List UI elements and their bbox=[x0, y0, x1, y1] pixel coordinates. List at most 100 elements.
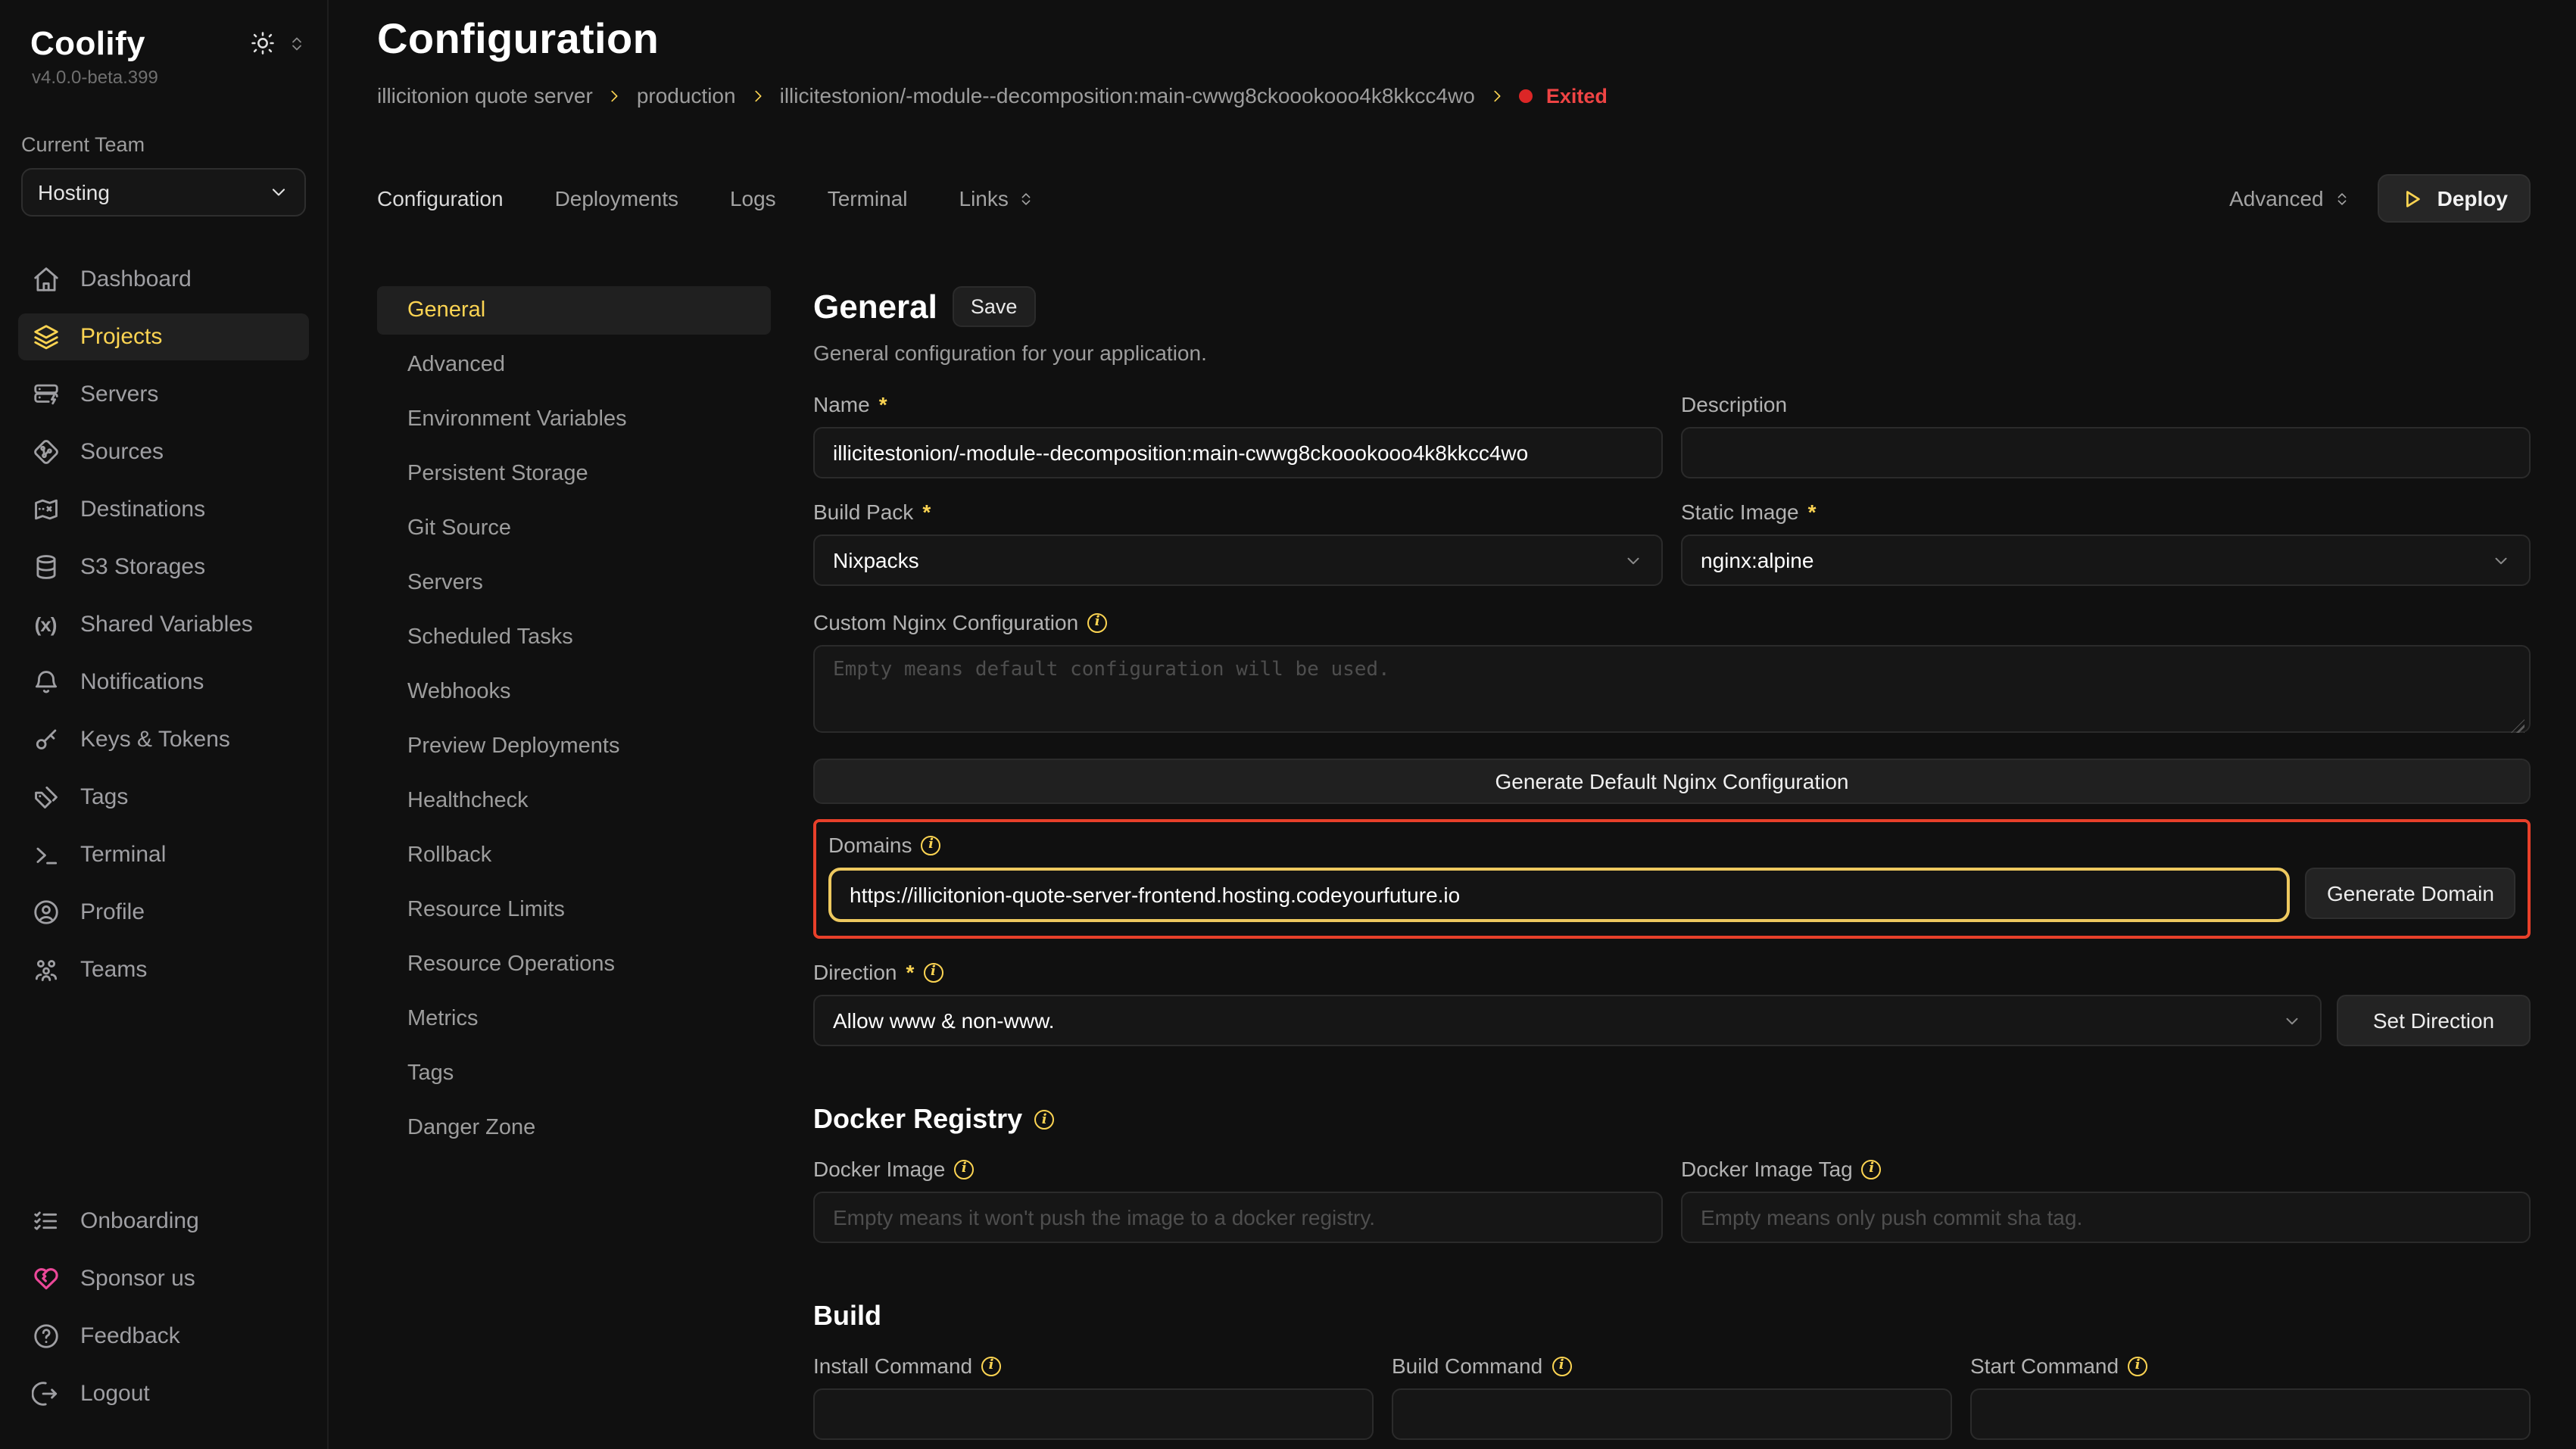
advanced-selector[interactable]: Advanced bbox=[2229, 186, 2351, 210]
chevron-down-icon bbox=[2491, 550, 2511, 570]
general-form: General Save General configuration for y… bbox=[813, 286, 2531, 1449]
custom-nginx-label: Custom Nginx Configurationi bbox=[813, 610, 2531, 634]
current-team-label: Current Team bbox=[21, 133, 306, 156]
subnav-item-rollback[interactable]: Rollback bbox=[377, 831, 771, 880]
sidebar-item-logout[interactable]: Logout bbox=[18, 1370, 309, 1417]
info-icon[interactable]: i bbox=[1034, 1110, 1054, 1130]
sidebar-item-terminal[interactable]: Terminal bbox=[18, 831, 309, 878]
custom-nginx-textarea[interactable] bbox=[813, 645, 2531, 733]
set-direction-button[interactable]: Set Direction bbox=[2337, 995, 2531, 1046]
subnav-item-healthcheck[interactable]: Healthcheck bbox=[377, 777, 771, 825]
subnav-item-persistent-storage[interactable]: Persistent Storage bbox=[377, 450, 771, 498]
tags-icon bbox=[30, 783, 61, 812]
build-pack-label: Build Pack* bbox=[813, 500, 1663, 524]
section-subtitle: General configuration for your applicati… bbox=[813, 341, 2531, 365]
direction-select[interactable]: Allow www & non-www. bbox=[813, 995, 2322, 1046]
info-icon[interactable]: i bbox=[1552, 1356, 1571, 1376]
sidebar-item-dashboard[interactable]: Dashboard bbox=[18, 256, 309, 303]
sidebar-item-teams[interactable]: Teams bbox=[18, 946, 309, 993]
sidebar-item-feedback[interactable]: Feedback bbox=[18, 1313, 309, 1360]
tab-links[interactable]: Links bbox=[959, 186, 1034, 210]
status-dot bbox=[1519, 89, 1533, 102]
chevron-right-icon bbox=[607, 87, 623, 104]
build-heading: Build bbox=[813, 1301, 2531, 1332]
docker-image-label: Docker Imagei bbox=[813, 1157, 1663, 1181]
play-icon bbox=[2401, 187, 2424, 210]
sidebar-item-tags[interactable]: Tags bbox=[18, 774, 309, 821]
sidebar: Coolify v4.0.0-beta.399 Current Team Hos… bbox=[0, 0, 329, 1449]
subnav-item-advanced[interactable]: Advanced bbox=[377, 341, 771, 389]
docker-image-input[interactable] bbox=[813, 1192, 1663, 1243]
info-icon[interactable]: i bbox=[2128, 1356, 2147, 1376]
checklist-icon bbox=[30, 1207, 61, 1236]
chevrons-up-down-icon bbox=[2334, 189, 2351, 208]
subnav-item-servers[interactable]: Servers bbox=[377, 559, 771, 607]
build-pack-select[interactable]: Nixpacks bbox=[813, 534, 1663, 586]
description-input[interactable] bbox=[1681, 427, 2531, 478]
domains-label: Domainsi bbox=[828, 833, 2515, 857]
build-command-input[interactable] bbox=[1392, 1388, 1952, 1440]
sidebar-item-s3-storages[interactable]: S3 Storages bbox=[18, 544, 309, 591]
sidebar-item-destinations[interactable]: Destinations bbox=[18, 486, 309, 533]
chevron-down-icon bbox=[268, 182, 289, 203]
install-command-input[interactable] bbox=[813, 1388, 1374, 1440]
subnav-item-resource-operations[interactable]: Resource Operations bbox=[377, 940, 771, 989]
theme-sun-icon[interactable] bbox=[250, 30, 276, 56]
tab-terminal[interactable]: Terminal bbox=[828, 186, 908, 210]
static-image-select[interactable]: nginx:alpine bbox=[1681, 534, 2531, 586]
tab-configuration[interactable]: Configuration bbox=[377, 186, 504, 210]
subnav-item-git-source[interactable]: Git Source bbox=[377, 504, 771, 553]
info-icon[interactable]: i bbox=[981, 1356, 1001, 1376]
tab-logs[interactable]: Logs bbox=[730, 186, 776, 210]
generate-nginx-button[interactable]: Generate Default Nginx Configuration bbox=[813, 759, 2531, 804]
breadcrumb-application-link[interactable]: illicitestonion/-module--decomposition:m… bbox=[780, 83, 1475, 108]
app-version: v4.0.0-beta.399 bbox=[18, 64, 309, 88]
subnav-item-environment-variables[interactable]: Environment Variables bbox=[377, 395, 771, 444]
domains-input[interactable] bbox=[828, 868, 2291, 922]
description-label: Description bbox=[1681, 392, 2531, 416]
info-icon[interactable]: i bbox=[923, 962, 943, 982]
name-input[interactable] bbox=[813, 427, 1663, 478]
subnav-item-metrics[interactable]: Metrics bbox=[377, 995, 771, 1043]
deploy-button[interactable]: Deploy bbox=[2378, 174, 2531, 223]
build-command-label: Build Commandi bbox=[1392, 1354, 1952, 1378]
subnav-item-webhooks[interactable]: Webhooks bbox=[377, 668, 771, 716]
user-icon bbox=[30, 898, 61, 927]
terminal-icon bbox=[30, 840, 61, 869]
subnav-item-resource-limits[interactable]: Resource Limits bbox=[377, 886, 771, 934]
name-label: Name* bbox=[813, 392, 1663, 416]
info-icon[interactable]: i bbox=[954, 1159, 974, 1179]
sidebar-item-projects[interactable]: Projects bbox=[18, 313, 309, 360]
tab-deployments[interactable]: Deployments bbox=[555, 186, 678, 210]
docker-image-tag-input[interactable] bbox=[1681, 1192, 2531, 1243]
subnav-item-tags[interactable]: Tags bbox=[377, 1049, 771, 1098]
breadcrumb: illicitonion quote server production ill… bbox=[377, 83, 2531, 108]
sidebar-item-notifications[interactable]: Notifications bbox=[18, 659, 309, 706]
team-select[interactable]: Hosting bbox=[21, 168, 306, 217]
breadcrumb-project-link[interactable]: illicitonion quote server bbox=[377, 83, 593, 108]
info-icon[interactable]: i bbox=[1087, 612, 1107, 632]
app-logo: Coolify bbox=[30, 24, 145, 64]
start-command-input[interactable] bbox=[1970, 1388, 2531, 1440]
sidebar-item-sponsor-us[interactable]: Sponsor us bbox=[18, 1255, 309, 1302]
bell-icon bbox=[30, 668, 61, 696]
domains-highlight-box: Domainsi Generate Domain bbox=[813, 819, 2531, 939]
settings-subnav: General Advanced Environment Variables P… bbox=[377, 286, 771, 1449]
subnav-item-preview-deployments[interactable]: Preview Deployments bbox=[377, 722, 771, 771]
subnav-item-danger-zone[interactable]: Danger Zone bbox=[377, 1104, 771, 1152]
save-button[interactable]: Save bbox=[953, 286, 1036, 327]
chevron-down-icon bbox=[2282, 1011, 2302, 1030]
sidebar-item-onboarding[interactable]: Onboarding bbox=[18, 1198, 309, 1245]
sidebar-item-profile[interactable]: Profile bbox=[18, 889, 309, 936]
subnav-item-general[interactable]: General bbox=[377, 286, 771, 335]
theme-selector-chevrons-icon[interactable] bbox=[288, 33, 306, 54]
sidebar-item-servers[interactable]: Servers bbox=[18, 371, 309, 418]
sidebar-item-shared-variables[interactable]: (x) Shared Variables bbox=[18, 601, 309, 648]
sidebar-item-keys-tokens[interactable]: Keys & Tokens bbox=[18, 716, 309, 763]
info-icon[interactable]: i bbox=[922, 835, 941, 855]
info-icon[interactable]: i bbox=[1862, 1159, 1882, 1179]
sidebar-item-sources[interactable]: Sources bbox=[18, 428, 309, 475]
breadcrumb-environment-link[interactable]: production bbox=[637, 83, 736, 108]
subnav-item-scheduled-tasks[interactable]: Scheduled Tasks bbox=[377, 613, 771, 662]
generate-domain-button[interactable]: Generate Domain bbox=[2306, 868, 2515, 919]
